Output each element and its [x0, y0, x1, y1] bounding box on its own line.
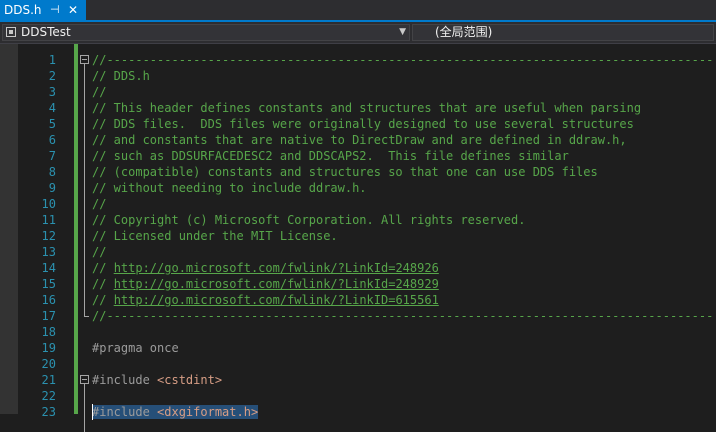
collapse-include-icon[interactable]	[80, 375, 89, 384]
tab-dds-h[interactable]: DDS.h ⊣ ✕	[0, 0, 86, 20]
project-icon	[6, 27, 16, 37]
line-number: 20	[41, 357, 56, 371]
include-statement: #include <cstdint>	[92, 373, 222, 387]
line-number: 1	[48, 53, 56, 67]
code-line[interactable]: #include <cstdint>	[92, 372, 222, 388]
fold-guide-end	[84, 316, 89, 317]
comment-text: //--------------------------------------…	[92, 53, 714, 67]
preprocessor-directive: #include	[92, 373, 158, 387]
comment-text: //	[92, 197, 107, 211]
line-number: 3	[48, 85, 56, 99]
selected-text: #include <dxgiformat.h>	[92, 405, 259, 419]
code-line[interactable]: //	[92, 196, 106, 212]
line-number: 5	[48, 117, 56, 131]
code-line[interactable]: // DDS.h	[92, 68, 150, 84]
line-number: 23	[41, 405, 56, 419]
line-number: 12	[41, 229, 56, 243]
text-caret	[92, 404, 93, 420]
code-line[interactable]: // http://go.microsoft.com/fwlink/?LinkI…	[92, 276, 439, 292]
comment-text: //	[92, 277, 114, 291]
code-line[interactable]: // Copyright (c) Microsoft Corporation. …	[92, 212, 525, 228]
comment-link[interactable]: http://go.microsoft.com/fwlink/?LinkId=2…	[114, 261, 439, 275]
scope-label: (全局范围)	[435, 25, 493, 39]
line-number: 11	[41, 213, 56, 227]
include-header: <dxgiformat.h>	[157, 405, 259, 419]
code-line[interactable]: //--------------------------------------…	[92, 52, 713, 68]
close-icon[interactable]: ✕	[68, 0, 78, 20]
scope-dropdown[interactable]: (全局范围)	[412, 24, 714, 41]
code-line[interactable]: //	[92, 84, 106, 100]
code-line[interactable]: // http://go.microsoft.com/fwlink/?LinkI…	[92, 260, 439, 276]
line-number: 19	[41, 341, 56, 355]
code-line[interactable]: // (compatible) constants and structures…	[92, 164, 598, 180]
code-line[interactable]: // and constants that are native to Dire…	[92, 132, 627, 148]
line-number: 6	[48, 133, 56, 147]
comment-text: //--------------------------------------…	[92, 309, 714, 323]
comment-text: //	[92, 245, 107, 259]
comment-text: // such as DDSURFACEDESC2 and DDSCAPS2. …	[92, 149, 569, 163]
code-line[interactable]: // http://go.microsoft.com/fwlink/?LinkI…	[92, 292, 439, 308]
code-line[interactable]: #include <dxgiformat.h>	[92, 404, 259, 420]
comment-text: // This header defines constants and str…	[92, 101, 642, 115]
line-number: 15	[41, 277, 56, 291]
code-line[interactable]: #pragma once	[92, 340, 179, 356]
line-number: 21	[41, 373, 56, 387]
line-number: 22	[41, 389, 56, 403]
line-number: 13	[41, 245, 56, 259]
comment-text: //	[92, 293, 114, 307]
comment-text: // DDS.h	[92, 69, 150, 83]
line-number: 8	[48, 165, 56, 179]
line-number: 17	[41, 309, 56, 323]
code-line[interactable]: // such as DDSURFACEDESC2 and DDSCAPS2. …	[92, 148, 569, 164]
comment-text: // without needing to include ddraw.h.	[92, 181, 367, 195]
code-editor[interactable]: 1 //-------------------------------------…	[0, 44, 716, 432]
code-line[interactable]: // without needing to include ddraw.h.	[92, 180, 367, 196]
fold-guide-line	[84, 384, 85, 432]
include-header: <cstdint>	[157, 373, 223, 387]
code-line[interactable]: // Licensed under the MIT License.	[92, 228, 338, 244]
indicator-margin	[0, 44, 18, 414]
pin-icon[interactable]: ⊣	[50, 0, 60, 20]
change-tracking-bar	[74, 44, 78, 414]
preprocessor-directive: #pragma once	[92, 341, 179, 355]
comment-link[interactable]: http://go.microsoft.com/fwlink/?LinkId=2…	[114, 277, 439, 291]
line-number: 2	[48, 69, 56, 83]
line-number: 18	[41, 325, 56, 339]
comment-text: // (compatible) constants and structures…	[92, 165, 598, 179]
line-number: 7	[48, 149, 56, 163]
comment-text: // DDS files. DDS files were originally …	[92, 117, 634, 131]
comment-link[interactable]: http://go.microsoft.com/fwlink/?LinkID=6…	[114, 293, 439, 307]
preprocessor-directive: #include	[92, 405, 158, 419]
chevron-down-icon[interactable]: ▼	[399, 25, 406, 40]
tab-filename: DDS.h	[4, 3, 42, 17]
collapse-region-icon[interactable]	[80, 55, 89, 64]
line-number: 16	[41, 293, 56, 307]
line-number: 4	[48, 101, 56, 115]
line-number: 9	[48, 181, 56, 195]
code-line[interactable]: //--------------------------------------…	[92, 308, 713, 324]
project-name: DDSTest	[21, 25, 71, 39]
fold-guide-line	[84, 64, 85, 316]
comment-text: // and constants that are native to Dire…	[92, 133, 627, 147]
document-tab-bar: DDS.h ⊣ ✕	[0, 0, 716, 22]
comment-text: //	[92, 85, 107, 99]
code-lines: 1 //-------------------------------------…	[18, 44, 716, 432]
code-line[interactable]: // This header defines constants and str…	[92, 100, 641, 116]
line-number: 14	[41, 261, 56, 275]
comment-text: // Copyright (c) Microsoft Corporation. …	[92, 213, 526, 227]
navigation-bar: DDSTest ▼ (全局范围)	[0, 22, 716, 44]
code-line[interactable]: // DDS files. DDS files were originally …	[92, 116, 634, 132]
comment-text: // Licensed under the MIT License.	[92, 229, 338, 243]
comment-text: //	[92, 261, 114, 275]
line-number: 10	[41, 197, 56, 211]
project-dropdown[interactable]: DDSTest ▼	[2, 24, 410, 41]
code-line[interactable]: //	[92, 244, 106, 260]
